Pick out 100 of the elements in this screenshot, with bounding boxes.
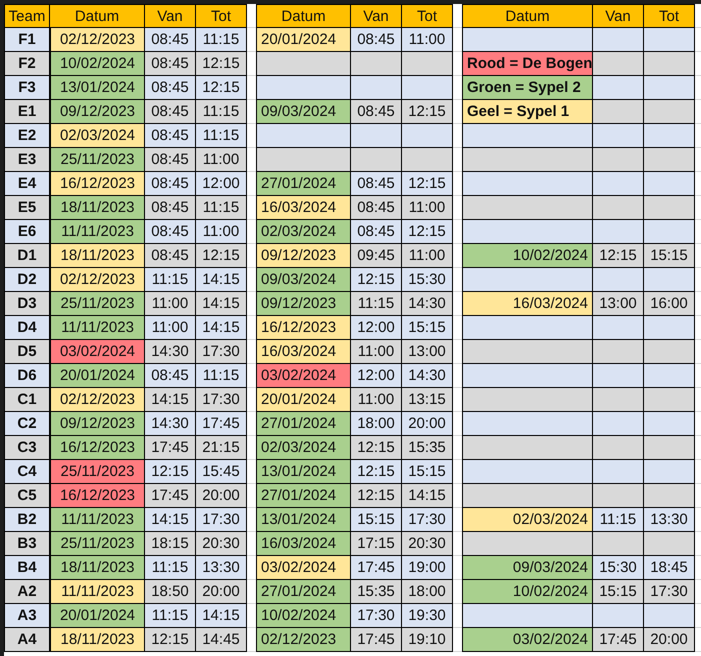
- time-cell: 16:00: [644, 292, 695, 316]
- time-cell: 11:00: [351, 340, 402, 364]
- time-cell: 11:15: [351, 292, 402, 316]
- date-cell: 20/01/2024: [50, 364, 145, 388]
- table-cell: [593, 148, 644, 172]
- time-cell: 17:30: [644, 580, 695, 604]
- date-cell: 09/12/2023: [50, 100, 145, 124]
- team-label: B3: [4, 532, 50, 556]
- time-cell: 14:15: [196, 604, 247, 628]
- time-cell: 08:45: [145, 244, 196, 268]
- date-cell: 16/03/2024: [256, 196, 351, 220]
- table-cell: [351, 76, 402, 100]
- team-label: D4: [4, 316, 50, 340]
- date-cell: 27/01/2024: [256, 412, 351, 436]
- date-cell: 09/12/2023: [256, 292, 351, 316]
- time-cell: 13:00: [593, 292, 644, 316]
- team-label: E6: [4, 220, 50, 244]
- table-cell: [402, 124, 453, 148]
- time-cell: 14:45: [196, 628, 247, 652]
- column-header: Tot: [402, 4, 453, 28]
- table-cell: [593, 196, 644, 220]
- time-cell: 14:15: [402, 484, 453, 508]
- date-cell: 11/11/2023: [50, 508, 145, 532]
- column-header: Van: [593, 4, 644, 28]
- time-cell: 15:30: [402, 268, 453, 292]
- time-cell: 17:45: [351, 556, 402, 580]
- time-cell: 11:00: [196, 220, 247, 244]
- time-cell: 08:45: [145, 52, 196, 76]
- time-cell: 11:15: [196, 100, 247, 124]
- team-label: D2: [4, 268, 50, 292]
- time-cell: 18:50: [145, 580, 196, 604]
- time-cell: 11:15: [196, 124, 247, 148]
- time-cell: 17:30: [351, 604, 402, 628]
- time-cell: 17:45: [593, 628, 644, 652]
- table-cell: [593, 340, 644, 364]
- time-cell: 12:15: [402, 172, 453, 196]
- table-cell: [644, 364, 695, 388]
- team-label: A3: [4, 604, 50, 628]
- date-cell: 09/12/2023: [50, 412, 145, 436]
- date-cell: 09/03/2024: [256, 268, 351, 292]
- time-cell: 15:15: [351, 508, 402, 532]
- table-cell: [593, 412, 644, 436]
- table-cell: [644, 76, 695, 100]
- table-cell: [593, 268, 644, 292]
- time-cell: 12:15: [145, 460, 196, 484]
- time-cell: 11:00: [402, 28, 453, 52]
- column-header: Van: [351, 4, 402, 28]
- time-cell: 14:15: [145, 508, 196, 532]
- date-cell: 10/02/2024: [50, 52, 145, 76]
- time-cell: 14:30: [145, 412, 196, 436]
- date-cell: 25/11/2023: [50, 532, 145, 556]
- team-label: C1: [4, 388, 50, 412]
- time-cell: 08:45: [145, 172, 196, 196]
- date-cell: 03/02/2024: [256, 364, 351, 388]
- time-cell: 08:45: [145, 196, 196, 220]
- time-cell: 17:45: [145, 436, 196, 460]
- time-cell: 20:00: [196, 580, 247, 604]
- team-label: F2: [4, 52, 50, 76]
- table-cell: [351, 52, 402, 76]
- time-cell: 12:15: [402, 100, 453, 124]
- date-cell: 02/03/2024: [462, 508, 593, 532]
- date-cell: 13/01/2024: [256, 460, 351, 484]
- time-cell: 11:00: [351, 388, 402, 412]
- time-cell: 20:30: [196, 532, 247, 556]
- time-cell: 09:45: [351, 244, 402, 268]
- date-cell: 20/01/2024: [256, 28, 351, 52]
- date-cell: 03/02/2024: [50, 340, 145, 364]
- time-cell: 11:00: [402, 244, 453, 268]
- time-cell: 20:00: [402, 412, 453, 436]
- date-cell: 18/11/2023: [50, 196, 145, 220]
- date-cell: 16/03/2024: [256, 532, 351, 556]
- time-cell: 08:45: [145, 364, 196, 388]
- date-cell: 10/02/2024: [462, 580, 593, 604]
- time-cell: 08:45: [351, 28, 402, 52]
- time-cell: 15:15: [402, 316, 453, 340]
- table-cell: [593, 460, 644, 484]
- time-cell: 18:15: [145, 532, 196, 556]
- time-cell: 08:45: [145, 220, 196, 244]
- team-label: A4: [4, 628, 50, 652]
- date-cell: 11/11/2023: [50, 220, 145, 244]
- column-header: Tot: [644, 4, 695, 28]
- time-cell: 12:15: [402, 220, 453, 244]
- date-cell: 02/12/2023: [256, 628, 351, 652]
- time-cell: 13:30: [196, 556, 247, 580]
- table-cell: [351, 148, 402, 172]
- time-cell: 17:30: [196, 388, 247, 412]
- table-cell: [402, 76, 453, 100]
- table-cell: [593, 484, 644, 508]
- table-cell: [351, 124, 402, 148]
- date-cell: 13/01/2024: [50, 76, 145, 100]
- time-cell: 12:15: [196, 76, 247, 100]
- column-header: Datum: [256, 4, 351, 28]
- time-cell: 17:45: [145, 484, 196, 508]
- time-cell: 15:15: [402, 460, 453, 484]
- time-cell: 15:30: [593, 556, 644, 580]
- team-label: C2: [4, 412, 50, 436]
- time-cell: 15:15: [644, 244, 695, 268]
- time-cell: 17:30: [402, 508, 453, 532]
- time-cell: 11:15: [145, 604, 196, 628]
- time-cell: 08:45: [351, 172, 402, 196]
